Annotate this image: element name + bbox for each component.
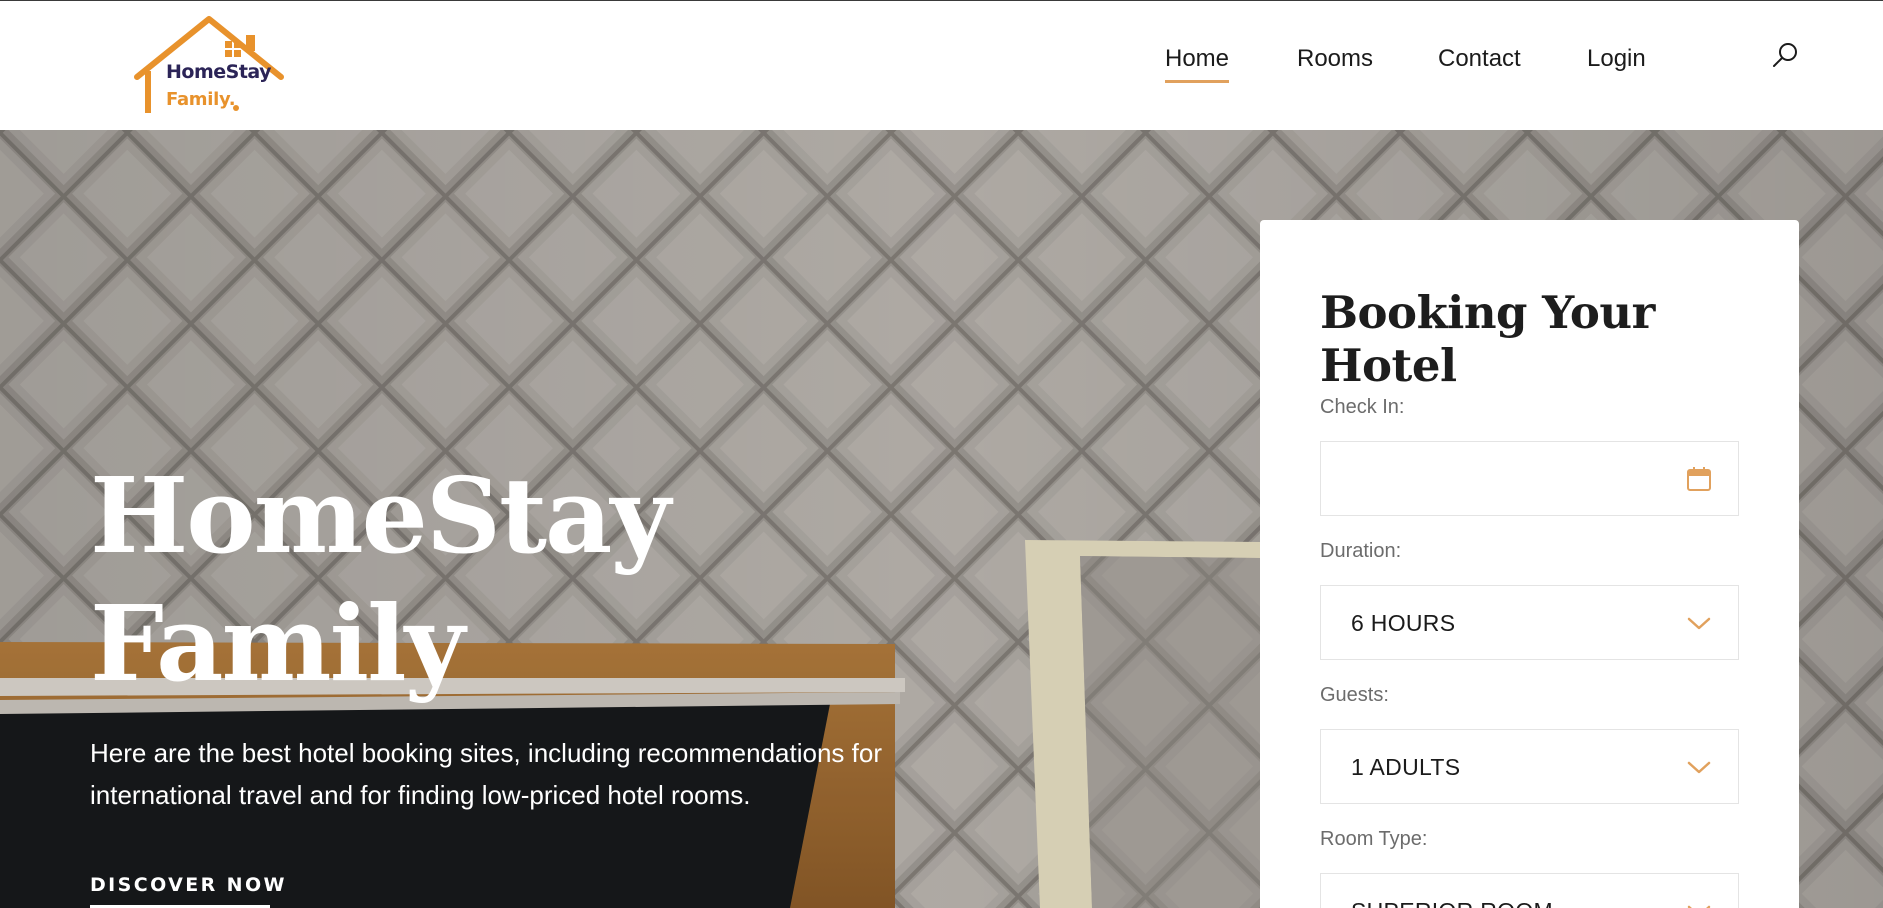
chevron-down-icon — [1687, 617, 1711, 630]
guests-value: 1 ADULTS — [1351, 754, 1461, 780]
hero-title-line-2: Family — [90, 582, 465, 705]
hero-description-line-1: Here are the best hotel booking sites, i… — [90, 738, 882, 768]
chevron-down-icon — [1687, 905, 1711, 908]
duration-value: 6 HOURS — [1351, 610, 1456, 636]
duration-select[interactable]: 6 HOURS — [1320, 585, 1739, 660]
room-type-label: Room Type: — [1320, 828, 1428, 850]
search-icon — [1773, 43, 1797, 67]
booking-title: Booking Your Hotel — [1320, 286, 1655, 392]
room-type-select[interactable]: SUPERIOR ROOM — [1320, 873, 1739, 908]
guests-select[interactable]: 1 ADULTS — [1320, 729, 1739, 804]
nav-active-indicator — [1165, 80, 1229, 83]
site-logo[interactable]: HomeStay Family. — [133, 15, 285, 115]
room-type-value: SUPERIOR ROOM — [1351, 898, 1553, 908]
hero-description: Here are the best hotel booking sites, i… — [90, 732, 910, 816]
check-in-input[interactable] — [1321, 442, 1738, 515]
logo-text-primary: HomeStay — [166, 61, 272, 83]
nav-item-contact[interactable]: Contact — [1438, 45, 1521, 85]
booking-card: Booking Your Hotel Check In: Duration: 6… — [1260, 220, 1799, 908]
nav-item-login[interactable]: Login — [1587, 45, 1646, 85]
hero-title: HomeStay Family — [90, 452, 671, 708]
search-button[interactable] — [1770, 41, 1800, 71]
site-header: HomeStay Family. Home Rooms Contact Logi… — [0, 1, 1883, 130]
logo-text-secondary: Family. — [166, 89, 236, 110]
calendar-icon[interactable] — [1684, 464, 1714, 494]
nav-item-home[interactable]: Home — [1165, 45, 1229, 85]
nav-item-rooms[interactable]: Rooms — [1297, 45, 1373, 85]
guests-label: Guests: — [1320, 684, 1389, 706]
discover-now-button[interactable]: DISCOVER NOW — [90, 874, 287, 896]
hero-description-line-2: international travel and for finding low… — [90, 780, 751, 810]
check-in-field[interactable] — [1320, 441, 1739, 516]
hero-title-line-1: HomeStay — [90, 454, 671, 577]
chevron-down-icon — [1687, 761, 1711, 774]
check-in-label: Check In: — [1320, 396, 1405, 418]
duration-label: Duration: — [1320, 540, 1402, 562]
